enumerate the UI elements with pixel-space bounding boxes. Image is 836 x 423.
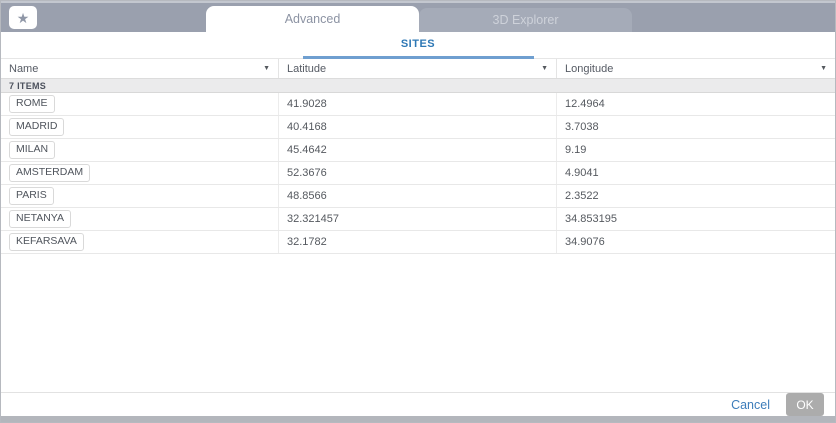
latitude-value: 52.3676 — [279, 162, 557, 184]
dialog-footer: Cancel OK — [1, 392, 835, 416]
grid-header: Name ▼ Latitude ▼ Longitude ▼ — [1, 59, 835, 79]
longitude-value: 3.7038 — [557, 116, 835, 138]
chevron-down-icon[interactable]: ▼ — [820, 65, 827, 72]
site-name-chip: AMSTERDAM — [9, 164, 90, 183]
latitude-value: 40.4168 — [279, 116, 557, 138]
longitude-value: 2.3522 — [557, 185, 835, 207]
name-cell: NETANYA — [1, 208, 279, 230]
table-row[interactable]: ROME 41.902812.4964 — [1, 93, 835, 116]
dialog-bottom-edge — [1, 416, 835, 422]
table-row[interactable]: AMSTERDAM 52.36764.9041 — [1, 162, 835, 185]
site-name-chip: MILAN — [9, 141, 55, 160]
tab-sites[interactable]: SITES — [1, 38, 835, 50]
chevron-down-icon[interactable]: ▼ — [541, 65, 548, 72]
title-bar: ★ 3D Explorer Advanced — [1, 1, 835, 32]
table-row[interactable]: MILAN 45.46429.19 — [1, 139, 835, 162]
latitude-value: 45.4642 — [279, 139, 557, 161]
site-name-chip: ROME — [9, 95, 55, 114]
name-cell: AMSTERDAM — [1, 162, 279, 184]
longitude-value: 9.19 — [557, 139, 835, 161]
site-name-chip: PARIS — [9, 187, 54, 206]
longitude-value: 4.9041 — [557, 162, 835, 184]
column-label: Name — [9, 63, 38, 75]
site-name-chip: NETANYA — [9, 210, 71, 229]
site-name-chip: MADRID — [9, 118, 64, 137]
longitude-value: 34.9076 — [557, 231, 835, 253]
table-row[interactable]: KEFARSAVA 32.178234.9076 — [1, 231, 835, 254]
site-name-chip: KEFARSAVA — [9, 233, 84, 252]
name-cell: PARIS — [1, 185, 279, 207]
subtab-bar: SITES — [1, 32, 835, 59]
table-row[interactable]: PARIS 48.85662.3522 — [1, 185, 835, 208]
cancel-button[interactable]: Cancel — [731, 398, 770, 412]
name-cell: MILAN — [1, 139, 279, 161]
sites-grid: Name ▼ Latitude ▼ Longitude ▼ 7 ITEMS RO… — [1, 59, 835, 254]
column-header-latitude[interactable]: Latitude ▼ — [279, 59, 557, 78]
chevron-down-icon[interactable]: ▼ — [263, 65, 270, 72]
table-body: ROME41.902812.4964MADRID40.41683.7038MIL… — [1, 93, 835, 254]
star-icon: ★ — [17, 11, 30, 25]
latitude-value: 32.1782 — [279, 231, 557, 253]
latitude-value: 48.8566 — [279, 185, 557, 207]
sites-dialog: ★ 3D Explorer Advanced SITES Name ▼ Lati… — [0, 0, 836, 423]
table-row[interactable]: MADRID 40.41683.7038 — [1, 116, 835, 139]
ok-button[interactable]: OK — [786, 393, 824, 416]
latitude-value: 41.9028 — [279, 93, 557, 115]
column-header-longitude[interactable]: Longitude ▼ — [557, 59, 835, 78]
favorite-button[interactable]: ★ — [9, 6, 37, 29]
name-cell: MADRID — [1, 116, 279, 138]
latitude-value: 32.321457 — [279, 208, 557, 230]
name-cell: KEFARSAVA — [1, 231, 279, 253]
longitude-value: 34.853195 — [557, 208, 835, 230]
tab-3d-explorer[interactable]: 3D Explorer — [419, 8, 632, 32]
name-cell: ROME — [1, 93, 279, 115]
longitude-value: 12.4964 — [557, 93, 835, 115]
table-row[interactable]: NETANYA 32.32145734.853195 — [1, 208, 835, 231]
column-header-name[interactable]: Name ▼ — [1, 59, 279, 78]
column-label: Latitude — [287, 63, 326, 75]
column-label: Longitude — [565, 63, 613, 75]
items-count-row: 7 ITEMS — [1, 79, 835, 93]
tab-advanced[interactable]: Advanced — [206, 6, 419, 32]
